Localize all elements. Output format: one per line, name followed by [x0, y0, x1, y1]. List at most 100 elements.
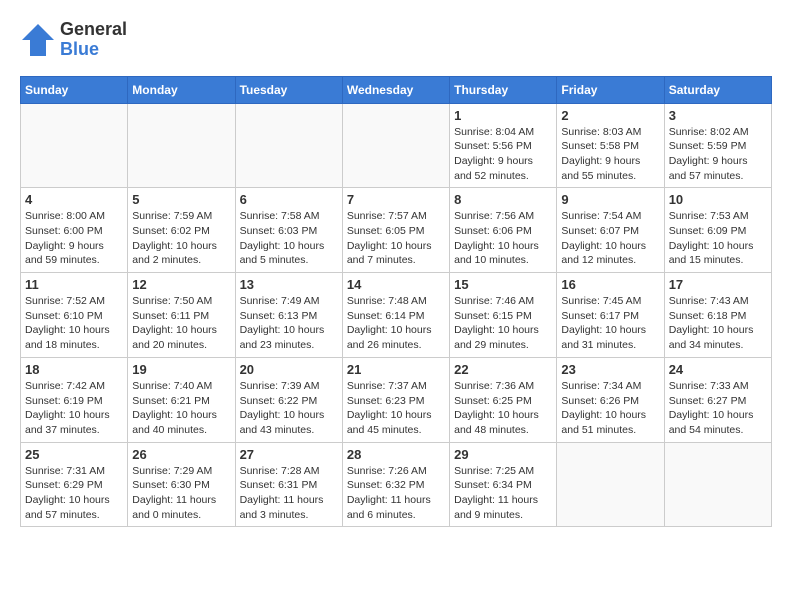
day-number: 22 — [454, 362, 552, 377]
calendar-cell: 13 Sunrise: 7:49 AM Sunset: 6:13 PM Dayli… — [235, 273, 342, 358]
calendar-cell: 10 Sunrise: 7:53 AM Sunset: 6:09 PM Dayli… — [664, 188, 771, 273]
weekday-header-monday: Monday — [128, 76, 235, 103]
day-number: 5 — [132, 192, 230, 207]
calendar-cell: 8Sunrise: 7:56 AM Sunset: 6:06 PM Daylig… — [450, 188, 557, 273]
calendar-cell: 9 Sunrise: 7:54 AM Sunset: 6:07 PM Daylig… — [557, 188, 664, 273]
calendar-cell — [664, 442, 771, 527]
calendar-cell: 29 Sunrise: 7:25 AM Sunset: 6:34 PM Dayli… — [450, 442, 557, 527]
day-info: Sunrise: 7:28 AM Sunset: 6:31 PM Dayligh… — [240, 464, 338, 523]
day-number: 9 — [561, 192, 659, 207]
day-number: 28 — [347, 447, 445, 462]
day-number: 14 — [347, 277, 445, 292]
day-number: 12 — [132, 277, 230, 292]
day-number: 23 — [561, 362, 659, 377]
weekday-header-sunday: Sunday — [21, 76, 128, 103]
day-info: Sunrise: 7:39 AM Sunset: 6:22 PM Dayligh… — [240, 379, 338, 438]
calendar-cell: 20 Sunrise: 7:39 AM Sunset: 6:22 PM Dayli… — [235, 357, 342, 442]
day-info: Sunrise: 7:43 AM Sunset: 6:18 PM Dayligh… — [669, 294, 767, 353]
day-info: Sunrise: 7:48 AM Sunset: 6:14 PM Dayligh… — [347, 294, 445, 353]
calendar-cell: 6 Sunrise: 7:58 AM Sunset: 6:03 PM Daylig… — [235, 188, 342, 273]
calendar-cell — [128, 103, 235, 188]
day-info: Sunrise: 7:36 AM Sunset: 6:25 PM Dayligh… — [454, 379, 552, 438]
calendar-cell — [21, 103, 128, 188]
day-info: Sunrise: 7:53 AM Sunset: 6:09 PM Dayligh… — [669, 209, 767, 268]
day-info: Sunrise: 7:52 AM Sunset: 6:10 PM Dayligh… — [25, 294, 123, 353]
day-number: 1 — [454, 108, 552, 123]
calendar-cell — [557, 442, 664, 527]
weekday-header-tuesday: Tuesday — [235, 76, 342, 103]
day-info: Sunrise: 8:04 AM Sunset: 5:56 PM Dayligh… — [454, 125, 552, 184]
calendar-week-row: 4 Sunrise: 8:00 AM Sunset: 6:00 PM Daylig… — [21, 188, 772, 273]
logo-blue-text: Blue — [60, 40, 127, 60]
calendar-cell: 27 Sunrise: 7:28 AM Sunset: 6:31 PM Dayli… — [235, 442, 342, 527]
calendar-cell: 17 Sunrise: 7:43 AM Sunset: 6:18 PM Dayli… — [664, 273, 771, 358]
logo-general-text: General — [60, 20, 127, 40]
calendar-cell: 7 Sunrise: 7:57 AM Sunset: 6:05 PM Daylig… — [342, 188, 449, 273]
weekday-header-saturday: Saturday — [664, 76, 771, 103]
day-info: Sunrise: 7:25 AM Sunset: 6:34 PM Dayligh… — [454, 464, 552, 523]
day-number: 4 — [25, 192, 123, 207]
day-number: 20 — [240, 362, 338, 377]
logo-icon — [20, 22, 56, 58]
day-number: 6 — [240, 192, 338, 207]
day-number: 15 — [454, 277, 552, 292]
calendar-cell: 25Sunrise: 7:31 AM Sunset: 6:29 PM Dayli… — [21, 442, 128, 527]
day-number: 27 — [240, 447, 338, 462]
calendar-cell: 11 Sunrise: 7:52 AM Sunset: 6:10 PM Dayli… — [21, 273, 128, 358]
day-number: 18 — [25, 362, 123, 377]
calendar-cell: 23 Sunrise: 7:34 AM Sunset: 6:26 PM Dayli… — [557, 357, 664, 442]
day-info: Sunrise: 7:59 AM Sunset: 6:02 PM Dayligh… — [132, 209, 230, 268]
day-info: Sunrise: 7:57 AM Sunset: 6:05 PM Dayligh… — [347, 209, 445, 268]
calendar-cell: 4 Sunrise: 8:00 AM Sunset: 6:00 PM Daylig… — [21, 188, 128, 273]
calendar-week-row: 1 Sunrise: 8:04 AM Sunset: 5:56 PM Daylig… — [21, 103, 772, 188]
calendar-cell: 26 Sunrise: 7:29 AM Sunset: 6:30 PM Dayli… — [128, 442, 235, 527]
calendar-cell: 16Sunrise: 7:45 AM Sunset: 6:17 PM Dayli… — [557, 273, 664, 358]
day-info: Sunrise: 7:49 AM Sunset: 6:13 PM Dayligh… — [240, 294, 338, 353]
day-info: Sunrise: 7:37 AM Sunset: 6:23 PM Dayligh… — [347, 379, 445, 438]
day-number: 3 — [669, 108, 767, 123]
calendar-cell: 14 Sunrise: 7:48 AM Sunset: 6:14 PM Dayli… — [342, 273, 449, 358]
calendar-week-row: 18Sunrise: 7:42 AM Sunset: 6:19 PM Dayli… — [21, 357, 772, 442]
day-info: Sunrise: 7:45 AM Sunset: 6:17 PM Dayligh… — [561, 294, 659, 353]
day-number: 21 — [347, 362, 445, 377]
calendar-cell: 24 Sunrise: 7:33 AM Sunset: 6:27 PM Dayli… — [664, 357, 771, 442]
day-info: Sunrise: 7:40 AM Sunset: 6:21 PM Dayligh… — [132, 379, 230, 438]
day-info: Sunrise: 7:33 AM Sunset: 6:27 PM Dayligh… — [669, 379, 767, 438]
day-number: 10 — [669, 192, 767, 207]
calendar-header-row: SundayMondayTuesdayWednesdayThursdayFrid… — [21, 76, 772, 103]
calendar-cell: 2Sunrise: 8:03 AM Sunset: 5:58 PM Daylig… — [557, 103, 664, 188]
calendar-cell: 28 Sunrise: 7:26 AM Sunset: 6:32 PM Dayli… — [342, 442, 449, 527]
day-number: 11 — [25, 277, 123, 292]
day-number: 17 — [669, 277, 767, 292]
calendar-table: SundayMondayTuesdayWednesdayThursdayFrid… — [20, 76, 772, 528]
calendar-cell: 15 Sunrise: 7:46 AM Sunset: 6:15 PM Dayli… — [450, 273, 557, 358]
day-info: Sunrise: 7:34 AM Sunset: 6:26 PM Dayligh… — [561, 379, 659, 438]
day-number: 13 — [240, 277, 338, 292]
calendar-cell: 12 Sunrise: 7:50 AM Sunset: 6:11 PM Dayli… — [128, 273, 235, 358]
calendar-cell: 21 Sunrise: 7:37 AM Sunset: 6:23 PM Dayli… — [342, 357, 449, 442]
calendar-cell — [235, 103, 342, 188]
calendar-cell: 22 Sunrise: 7:36 AM Sunset: 6:25 PM Dayli… — [450, 357, 557, 442]
calendar-cell: 5 Sunrise: 7:59 AM Sunset: 6:02 PM Daylig… — [128, 188, 235, 273]
day-number: 7 — [347, 192, 445, 207]
day-number: 2 — [561, 108, 659, 123]
weekday-header-wednesday: Wednesday — [342, 76, 449, 103]
calendar-cell: 19 Sunrise: 7:40 AM Sunset: 6:21 PM Dayli… — [128, 357, 235, 442]
calendar-cell — [342, 103, 449, 188]
day-number: 19 — [132, 362, 230, 377]
weekday-header-friday: Friday — [557, 76, 664, 103]
day-number: 8 — [454, 192, 552, 207]
day-info: Sunrise: 7:31 AM Sunset: 6:29 PM Dayligh… — [25, 464, 123, 523]
day-info: Sunrise: 7:58 AM Sunset: 6:03 PM Dayligh… — [240, 209, 338, 268]
day-number: 26 — [132, 447, 230, 462]
day-info: Sunrise: 7:29 AM Sunset: 6:30 PM Dayligh… — [132, 464, 230, 523]
day-info: Sunrise: 8:00 AM Sunset: 6:00 PM Dayligh… — [25, 209, 123, 268]
day-info: Sunrise: 7:46 AM Sunset: 6:15 PM Dayligh… — [454, 294, 552, 353]
day-number: 24 — [669, 362, 767, 377]
page-header: GeneralBlue — [20, 20, 772, 60]
calendar-cell: 3Sunrise: 8:02 AM Sunset: 5:59 PM Daylig… — [664, 103, 771, 188]
day-info: Sunrise: 7:26 AM Sunset: 6:32 PM Dayligh… — [347, 464, 445, 523]
day-number: 29 — [454, 447, 552, 462]
day-info: Sunrise: 7:54 AM Sunset: 6:07 PM Dayligh… — [561, 209, 659, 268]
day-info: Sunrise: 7:50 AM Sunset: 6:11 PM Dayligh… — [132, 294, 230, 353]
